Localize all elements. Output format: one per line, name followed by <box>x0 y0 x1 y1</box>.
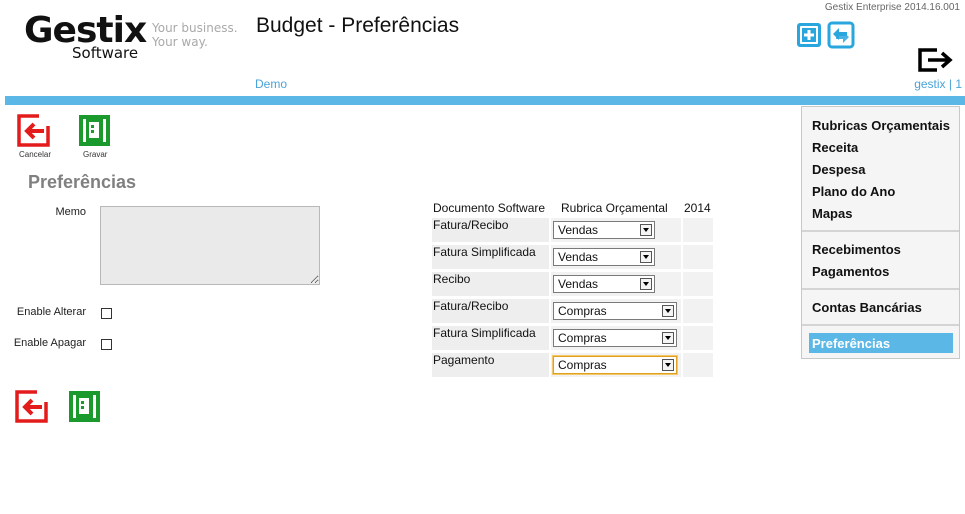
side-menu: Rubricas Orçamentais Receita Despesa Pla… <box>801 106 960 359</box>
row-year-cell <box>683 245 713 269</box>
header-rubrica: Rubrica Orçamental <box>561 201 668 215</box>
enable-alterar-label: Enable Alterar <box>16 306 86 318</box>
menu-item-rubricas[interactable]: Rubricas Orçamentais <box>812 118 950 133</box>
save-button-top[interactable] <box>78 114 111 147</box>
cancel-arrow-icon <box>15 390 48 423</box>
rubrica-select-value: Compras <box>558 331 607 345</box>
menu-divider <box>802 230 959 232</box>
rubrica-select[interactable]: Vendas <box>553 275 655 293</box>
chevron-down-icon <box>662 359 674 371</box>
slogan-line-1: Your business. <box>152 21 238 35</box>
rubrica-select-value: Compras <box>558 358 607 372</box>
save-label: Gravar <box>83 150 108 159</box>
logo-slogan: Your business. Your way. <box>152 21 238 49</box>
header-documento: Documento Software <box>433 201 546 215</box>
memo-label: Memo <box>55 206 86 218</box>
chevron-down-icon <box>662 305 674 317</box>
page-title: Budget - Preferências <box>256 14 460 37</box>
row-documento: Fatura/Recibo <box>432 299 549 323</box>
cancel-label: Cancelar <box>19 150 52 159</box>
enable-apagar-label: Enable Apagar <box>13 337 86 349</box>
rubrica-select[interactable]: Compras <box>553 356 677 374</box>
row-documento: Fatura Simplificada <box>432 326 549 350</box>
memo-textarea[interactable] <box>100 206 320 285</box>
logout-icon <box>918 48 953 72</box>
logo-subtext: Software <box>72 44 139 62</box>
company-link[interactable]: Demo <box>255 77 287 91</box>
plus-square-icon <box>797 23 821 47</box>
rubrica-select[interactable]: Compras <box>553 329 677 347</box>
menu-divider <box>802 288 959 290</box>
rubrica-select[interactable]: Vendas <box>553 248 655 266</box>
refresh-icon <box>827 21 855 49</box>
row-documento: Fatura/Recibo <box>432 218 549 242</box>
row-year-cell <box>683 299 713 323</box>
cancel-button-top[interactable] <box>17 114 50 147</box>
chevron-down-icon <box>662 332 674 344</box>
save-door-icon <box>69 391 100 422</box>
rubrica-select-value: Compras <box>558 304 607 318</box>
chevron-down-icon <box>640 224 652 236</box>
enable-apagar-checkbox[interactable] <box>101 339 112 350</box>
logout-button[interactable] <box>917 46 955 74</box>
user-link[interactable]: gestix | 1 <box>914 77 962 91</box>
menu-item-despesa[interactable]: Despesa <box>812 162 865 177</box>
refresh-button[interactable] <box>827 21 855 49</box>
row-documento: Pagamento <box>432 353 549 377</box>
row-documento: Recibo <box>432 272 549 296</box>
slogan-line-2: Your way. <box>152 35 208 49</box>
row-year-cell <box>683 326 713 350</box>
enable-alterar-checkbox[interactable] <box>101 308 112 319</box>
menu-item-preferencias-label: Preferências <box>812 336 891 351</box>
rubrica-select[interactable]: Vendas <box>553 221 655 239</box>
form-title: Preferências <box>28 172 137 192</box>
menu-item-receita[interactable]: Receita <box>812 140 858 155</box>
menu-item-mapas[interactable]: Mapas <box>812 206 852 221</box>
cancel-arrow-icon <box>17 114 50 147</box>
menu-divider <box>802 324 959 326</box>
rubrica-select-value: Vendas <box>558 250 599 264</box>
save-button-bottom[interactable] <box>68 390 101 423</box>
row-documento-text: Fatura/Recibo <box>433 299 509 313</box>
version-label: Gestix Enterprise 2014.16.001 <box>824 2 960 13</box>
row-year-cell <box>683 353 713 377</box>
new-button[interactable] <box>796 22 822 48</box>
rubrica-select-value: Vendas <box>558 223 599 237</box>
chevron-down-icon <box>640 278 652 290</box>
row-documento-text: Recibo <box>433 272 471 286</box>
row-documento-text: Pagamento <box>433 353 495 367</box>
rubrica-select[interactable]: Compras <box>553 302 677 320</box>
menu-item-contas[interactable]: Contas Bancárias <box>812 300 922 315</box>
menu-item-recebimentos[interactable]: Recebimentos <box>812 242 901 257</box>
row-year-cell <box>683 272 713 296</box>
header-year: 2014 <box>684 201 711 215</box>
row-year-cell <box>683 218 713 242</box>
rubrica-select-value: Vendas <box>558 277 599 291</box>
menu-item-pagamentos[interactable]: Pagamentos <box>812 264 889 279</box>
cancel-button-bottom[interactable] <box>15 390 48 423</box>
row-documento-text: Fatura/Recibo <box>433 218 509 232</box>
menu-item-plano[interactable]: Plano do Ano <box>812 184 895 199</box>
row-documento-text: Fatura Simplificada <box>433 326 536 340</box>
row-documento: Fatura Simplificada <box>432 245 549 269</box>
chevron-down-icon <box>640 251 652 263</box>
row-documento-text: Fatura Simplificada <box>433 245 536 259</box>
header-bar <box>5 96 965 105</box>
save-door-icon <box>79 115 110 146</box>
